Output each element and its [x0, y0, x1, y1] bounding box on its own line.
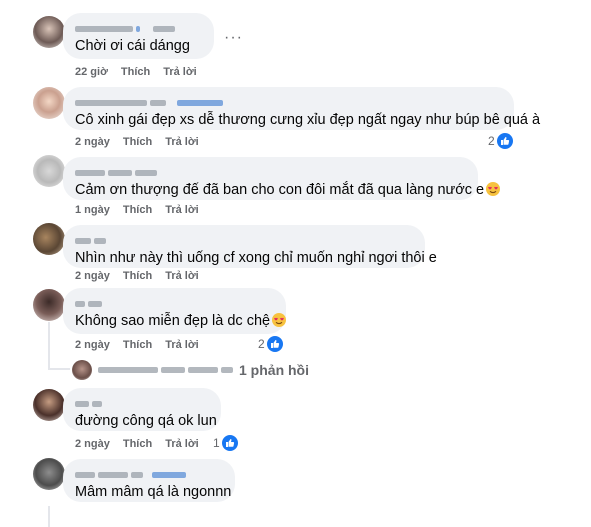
reply-avatar [72, 360, 92, 380]
replies-count[interactable]: 1 phản hồi [239, 362, 309, 378]
like-button[interactable]: Thích [121, 66, 150, 78]
comment-actions: 2 ngày Thích Trả lời [75, 438, 199, 450]
like-reaction-icon [221, 435, 238, 451]
comment-text: Mâm mâm qá là ngonnn [75, 484, 232, 500]
comment-text: Nhìn như này thì uống cf xong chỉ muốn n… [75, 250, 437, 266]
like-button[interactable]: Thích [123, 339, 152, 351]
reply-thread-line [48, 506, 50, 527]
like-reaction-icon [496, 133, 513, 149]
reply-thread-line [48, 322, 50, 370]
comment-actions: 1 ngày Thích Trả lời [75, 204, 199, 216]
comment-text: Chời ơi cái dángg [75, 38, 190, 54]
comment-bubble: Nhìn như này thì uống cf xong chỉ muốn n… [63, 225, 437, 268]
comment-time[interactable]: 1 ngày [75, 204, 110, 216]
like-button[interactable]: Thích [123, 438, 152, 450]
reply-thread-connector [48, 368, 70, 370]
commenter-name[interactable] [75, 396, 209, 412]
commenter-name[interactable] [75, 296, 274, 312]
like-button[interactable]: Thích [123, 136, 152, 148]
avatar[interactable] [33, 223, 65, 255]
avatar[interactable] [33, 87, 65, 119]
comment-bubble: đường công qá ok lun [63, 388, 221, 431]
comment-bubble: Cô xinh gái đẹp xs dễ thương cưng xỉu đẹ… [63, 87, 541, 130]
comment-bubble: Chời ơi cái dángg [63, 13, 214, 59]
commenter-name[interactable] [75, 165, 466, 181]
comment-actions: 22 giờ Thích Trả lời [75, 66, 197, 78]
commenter-name[interactable] [75, 233, 413, 249]
more-options-button[interactable]: ··· [224, 29, 243, 47]
avatar[interactable] [33, 289, 65, 321]
reaction-number: 1 [213, 436, 220, 450]
reply-button[interactable]: Trả lời [165, 339, 199, 351]
commenter-name[interactable] [75, 95, 502, 111]
reaction-count[interactable]: 2 [258, 336, 283, 352]
comment-time[interactable]: 2 ngày [75, 438, 110, 450]
like-button[interactable]: Thích [123, 270, 152, 282]
comment-text: Cô xinh gái đẹp xs dễ thương cưng xỉu đẹ… [75, 112, 541, 128]
comment-actions: 2 ngày Thích Trả lời [75, 270, 199, 282]
reaction-count[interactable]: 1 [213, 435, 238, 451]
avatar[interactable] [33, 16, 65, 48]
avatar[interactable] [33, 155, 65, 187]
heart-eyes-emoji-icon [486, 182, 501, 196]
reply-button[interactable]: Trả lời [165, 204, 199, 216]
comment-text: đường công qá ok lun [75, 413, 217, 429]
like-reaction-icon [266, 336, 283, 352]
reaction-number: 2 [258, 337, 265, 351]
comment-time[interactable]: 22 giờ [75, 66, 108, 78]
comment-actions: 2 ngày Thích Trả lời [75, 339, 199, 351]
like-button[interactable]: Thích [123, 204, 152, 216]
comment-text: Cảm ơn thượng đế đã ban cho con đôi mắt … [75, 181, 501, 200]
comment-bubble: Cảm ơn thượng đế đã ban cho con đôi mắt … [63, 157, 501, 200]
reaction-number: 2 [488, 134, 495, 148]
avatar[interactable] [33, 458, 65, 490]
reply-button[interactable]: Trả lời [165, 270, 199, 282]
commenter-name[interactable] [75, 21, 202, 37]
comment-time[interactable]: 2 ngày [75, 339, 110, 351]
heart-eyes-emoji-icon [272, 313, 287, 327]
view-replies-link[interactable]: 1 phản hồi [72, 360, 309, 380]
reaction-count[interactable]: 2 [488, 133, 513, 149]
reply-button[interactable]: Trả lời [165, 438, 199, 450]
comment-time[interactable]: 2 ngày [75, 270, 110, 282]
reply-author-name [98, 367, 233, 373]
commenter-name[interactable] [75, 467, 223, 483]
reply-button[interactable]: Trả lời [163, 66, 197, 78]
avatar[interactable] [33, 389, 65, 421]
reply-button[interactable]: Trả lời [165, 136, 199, 148]
comment-bubble: Không sao miễn đẹp là dc chệ [63, 288, 287, 334]
comment-bubble: Mâm mâm qá là ngonnn [63, 459, 235, 502]
comment-actions: 2 ngày Thích Trả lời [75, 136, 199, 148]
comment-time[interactable]: 2 ngày [75, 136, 110, 148]
comment-text: Không sao miễn đẹp là dc chệ [75, 312, 287, 331]
